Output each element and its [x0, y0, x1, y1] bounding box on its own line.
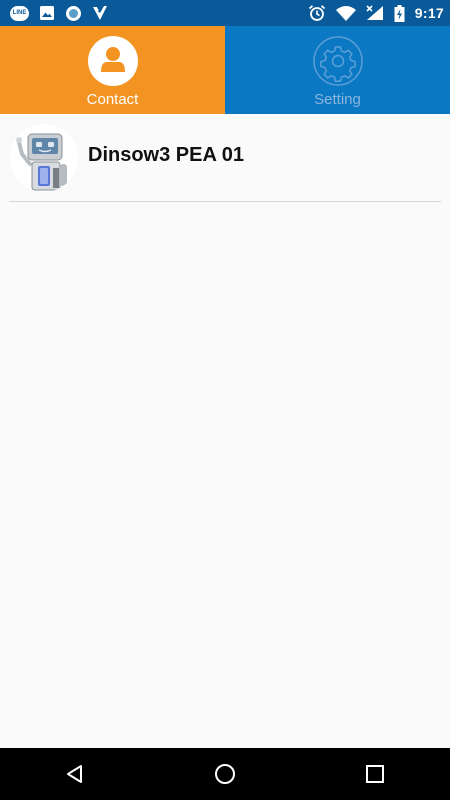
checkmark-app-icon — [93, 6, 107, 20]
contact-list-item[interactable]: Dinsow3 PEA 01 — [0, 114, 450, 202]
home-button[interactable] — [195, 748, 255, 800]
line-icon-text: LINE — [12, 10, 27, 16]
tab-setting[interactable]: Setting — [225, 26, 450, 114]
navigation-bar — [0, 748, 450, 800]
recents-button[interactable] — [345, 748, 405, 800]
tab-bar: Contact Setting — [0, 26, 450, 114]
person-icon — [87, 35, 139, 87]
status-bar-left: LINE — [10, 5, 108, 22]
tab-contact-label: Contact — [86, 91, 139, 108]
status-time: 9:17 — [414, 5, 444, 21]
battery-charging-icon — [394, 4, 405, 22]
circle-app-icon — [66, 5, 81, 21]
back-triangle-icon — [67, 765, 82, 783]
signal-icon — [366, 5, 383, 20]
robot-avatar — [10, 124, 78, 192]
tab-setting-label: Setting — [314, 91, 361, 108]
alarm-icon — [308, 5, 325, 21]
wifi-icon — [335, 6, 356, 21]
back-button[interactable] — [45, 748, 105, 800]
contact-name: Dinsow3 PEA 01 — [88, 143, 244, 166]
image-icon — [40, 6, 54, 20]
home-circle-icon — [215, 764, 235, 784]
recents-square-icon — [366, 765, 384, 783]
gear-icon — [312, 35, 364, 87]
status-bar-right: 9:17 — [308, 4, 444, 22]
line-icon: LINE — [10, 5, 29, 21]
tab-contact[interactable]: Contact — [0, 26, 225, 114]
status-bar: LINE 9:17 — [0, 0, 450, 26]
list-divider — [9, 201, 441, 202]
